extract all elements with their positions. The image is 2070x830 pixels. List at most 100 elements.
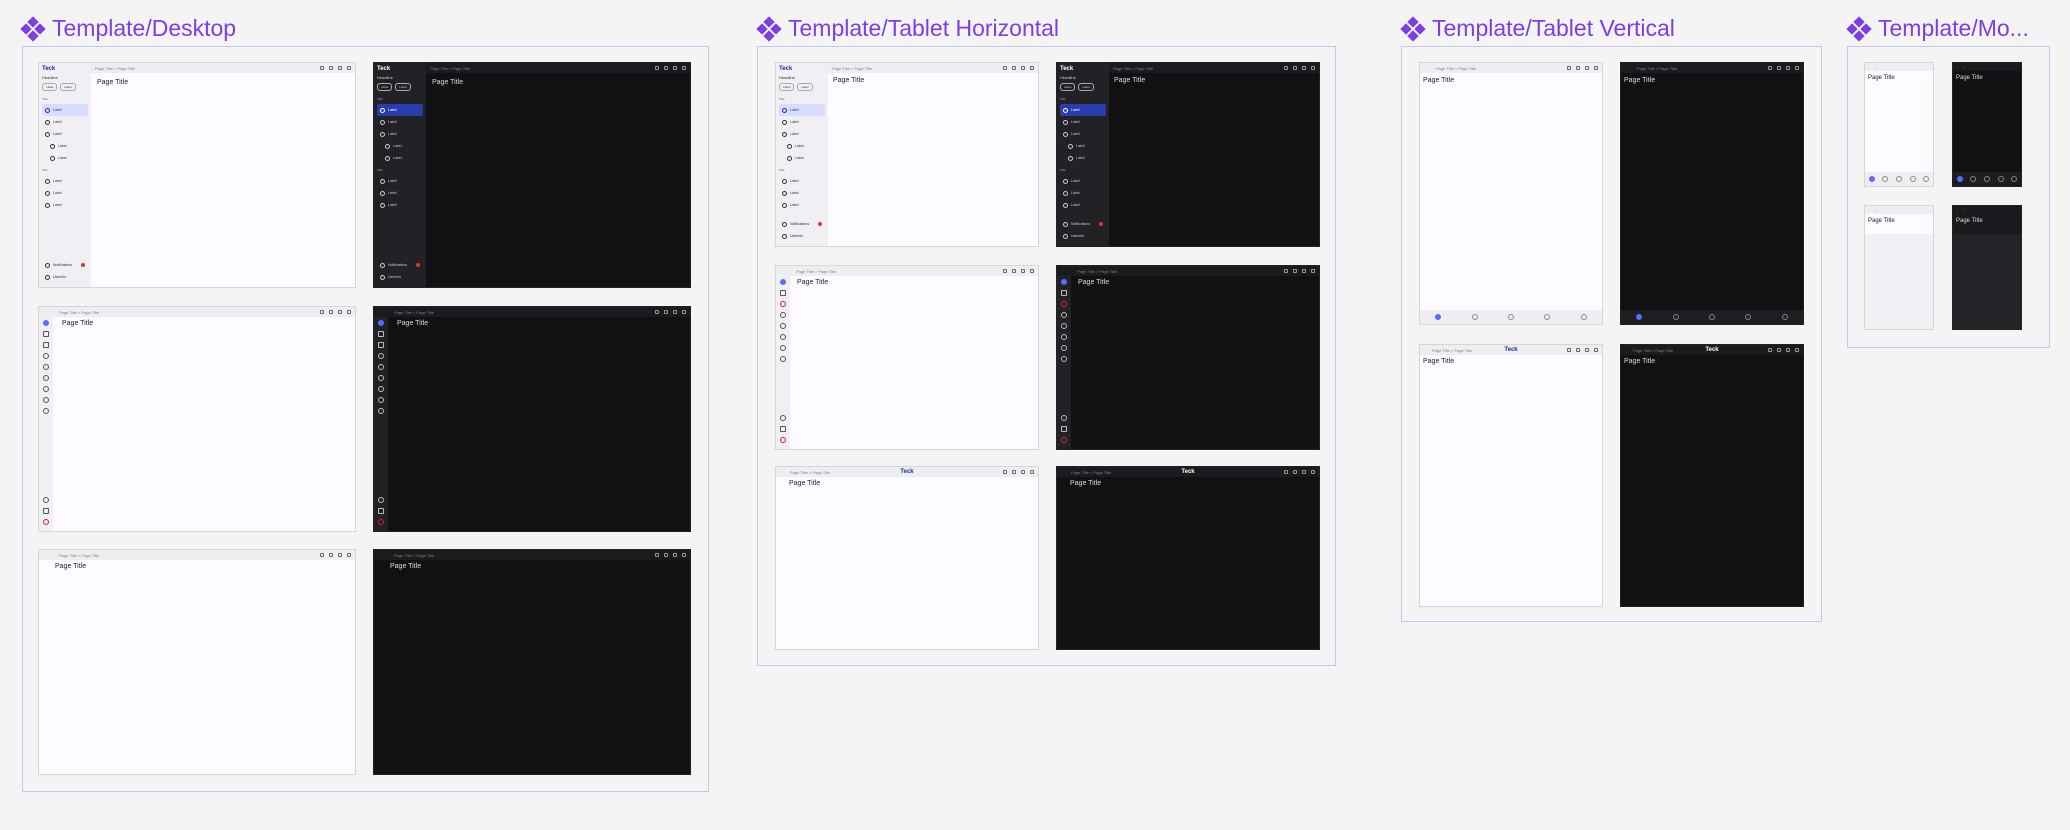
rail-item-icon[interactable] — [378, 497, 384, 503]
toolbar-icons[interactable] — [320, 553, 351, 557]
chip[interactable]: Label — [377, 83, 393, 91]
toolbar-icons[interactable] — [1768, 66, 1799, 70]
breadcrumb[interactable]: Page Title > Page Title — [1077, 269, 1117, 274]
top-app-bar[interactable]: ← ⋮ — [1865, 63, 1933, 71]
notifications-item[interactable]: Notifications — [42, 259, 88, 271]
desktop-drawer-dark-screen[interactable]: Teck Headline Label Label Title Label Lab… — [373, 62, 691, 288]
toolbar-icons[interactable] — [655, 66, 686, 70]
rail-item-icon[interactable] — [43, 364, 49, 370]
top-app-bar[interactable]: ← ⋮ — [1865, 206, 1933, 214]
rail-item-icon[interactable] — [1061, 415, 1067, 421]
rail-item-icon[interactable] — [1061, 345, 1067, 351]
rail-item-icon[interactable] — [1061, 323, 1067, 329]
breadcrumb[interactable]: Page Title > Page Title — [1633, 348, 1673, 353]
notifications-item[interactable]: Notifications — [1060, 218, 1106, 230]
rail-item-icon[interactable] — [780, 415, 786, 421]
nav-item-icon[interactable] — [1672, 314, 1679, 320]
breadcrumb[interactable]: Page Title > Page Title — [1436, 66, 1476, 71]
breadcrumb[interactable]: Page Title > Page Title — [1113, 66, 1153, 71]
toolbar-icons[interactable] — [1003, 66, 1034, 70]
edit-icon[interactable] — [1061, 426, 1067, 432]
nav-item-icon[interactable] — [1708, 314, 1715, 320]
rail-item-icon[interactable] — [43, 497, 49, 503]
rail-item-icon[interactable] — [780, 345, 786, 351]
rail-item-icon[interactable] — [780, 356, 786, 362]
userinfo-item[interactable]: Userinfo — [1060, 230, 1106, 242]
breadcrumb[interactable]: Page Title > Page Title — [59, 310, 99, 315]
notification-icon[interactable] — [780, 437, 786, 443]
rail-item-icon[interactable] — [43, 397, 49, 403]
desktop-rail-dark-screen[interactable]: Page Title > Page Title Page Title — [373, 306, 691, 532]
rail-item-icon[interactable] — [780, 312, 786, 318]
tablet-h-plain-dark-screen[interactable]: Page Title > Page Title Teck Page Title — [1056, 466, 1320, 650]
nav-item-icon[interactable] — [1636, 314, 1643, 320]
toolbar-icons[interactable] — [1567, 66, 1598, 70]
tablet-h-rail-dark-screen[interactable]: Page Title > Page Title Page Title — [1056, 265, 1320, 450]
drawer-item[interactable]: Label — [42, 104, 88, 116]
drawer-item[interactable]: Label — [42, 152, 88, 164]
drawer-item[interactable]: Label — [377, 116, 423, 128]
mobile-bottomnav-light-screen[interactable]: ← ⋮ Page Title — [1864, 62, 1934, 187]
drawer-item[interactable]: Label — [1060, 175, 1106, 187]
chip[interactable]: Label — [1060, 83, 1076, 91]
rail-item-icon[interactable] — [378, 408, 384, 414]
breadcrumb[interactable]: Page Title > Page Title — [430, 66, 470, 71]
drawer-item[interactable]: Label — [1060, 128, 1106, 140]
drawer-item[interactable]: Label — [1060, 140, 1106, 152]
rail-item-icon[interactable] — [1061, 312, 1067, 318]
rail-item-icon[interactable] — [378, 353, 384, 359]
userinfo-item[interactable]: Userinfo — [377, 271, 423, 283]
drawer-item[interactable]: Label — [779, 140, 825, 152]
drawer-item[interactable]: Label — [779, 199, 825, 211]
notifications-item[interactable]: Notifications — [377, 259, 423, 271]
nav-item-icon[interactable] — [1882, 176, 1889, 182]
mobile-plain-light-screen[interactable]: ← ⋮ Page Title — [1864, 205, 1934, 330]
drawer-item[interactable]: Label — [42, 175, 88, 187]
toolbar-icons[interactable] — [320, 66, 351, 70]
breadcrumb[interactable]: Page Title > Page Title — [1071, 470, 1111, 475]
notification-icon[interactable] — [780, 301, 786, 307]
nav-item-icon[interactable] — [1507, 314, 1514, 320]
breadcrumb[interactable]: Page Title > Page Title — [95, 66, 135, 71]
nav-item-icon[interactable] — [1895, 176, 1902, 182]
toolbar-icons[interactable] — [1003, 470, 1034, 474]
desktop-drawer-light-screen[interactable]: Teck Headline Label Label Title Label Lab… — [38, 62, 356, 288]
chip[interactable]: Label — [395, 83, 411, 91]
drawer-item[interactable]: Label — [779, 175, 825, 187]
nav-item-icon[interactable] — [1580, 314, 1587, 320]
nav-item-icon[interactable] — [1923, 176, 1930, 182]
nav-item-icon[interactable] — [1997, 176, 2004, 182]
breadcrumb[interactable]: Page Title > Page Title — [796, 269, 836, 274]
tablet-h-drawer-dark-screen[interactable]: Teck Headline Label Label Title Label Lab… — [1056, 62, 1320, 247]
toolbar-icons[interactable] — [1567, 348, 1598, 352]
nav-item-icon[interactable] — [1956, 176, 1963, 182]
drawer-item[interactable]: Label — [377, 199, 423, 211]
userinfo-item[interactable]: Userinfo — [779, 230, 825, 242]
rail-item-icon[interactable] — [1061, 279, 1067, 285]
rail-item-icon[interactable] — [378, 364, 384, 370]
rail-item-icon[interactable] — [43, 375, 49, 381]
desktop-plain-dark-screen[interactable]: Page Title > Page Title Page Title — [373, 549, 691, 775]
drawer-item[interactable]: Label — [779, 128, 825, 140]
edit-icon[interactable] — [43, 508, 49, 514]
notification-icon[interactable] — [43, 519, 49, 525]
edit-icon[interactable] — [378, 342, 384, 348]
rail-item-icon[interactable] — [378, 320, 384, 326]
drawer-item[interactable]: Label — [779, 187, 825, 199]
rail-item-icon[interactable] — [780, 279, 786, 285]
notification-icon[interactable] — [378, 519, 384, 525]
drawer-item[interactable]: Label — [779, 152, 825, 164]
toolbar-icons[interactable] — [1003, 269, 1034, 273]
notification-icon[interactable] — [1061, 437, 1067, 443]
drawer-item[interactable]: Label — [42, 116, 88, 128]
toolbar-icons[interactable] — [320, 310, 351, 314]
drawer-item[interactable]: Label — [377, 152, 423, 164]
drawer-item[interactable]: Label — [779, 104, 825, 116]
rail-item-icon[interactable] — [378, 386, 384, 392]
breadcrumb[interactable]: Page Title > Page Title — [394, 553, 434, 558]
rail-item-icon[interactable] — [780, 334, 786, 340]
nav-item-icon[interactable] — [1544, 314, 1551, 320]
toolbar-icons[interactable] — [655, 553, 686, 557]
edit-icon[interactable] — [43, 331, 49, 337]
chip[interactable]: Label — [779, 83, 795, 91]
